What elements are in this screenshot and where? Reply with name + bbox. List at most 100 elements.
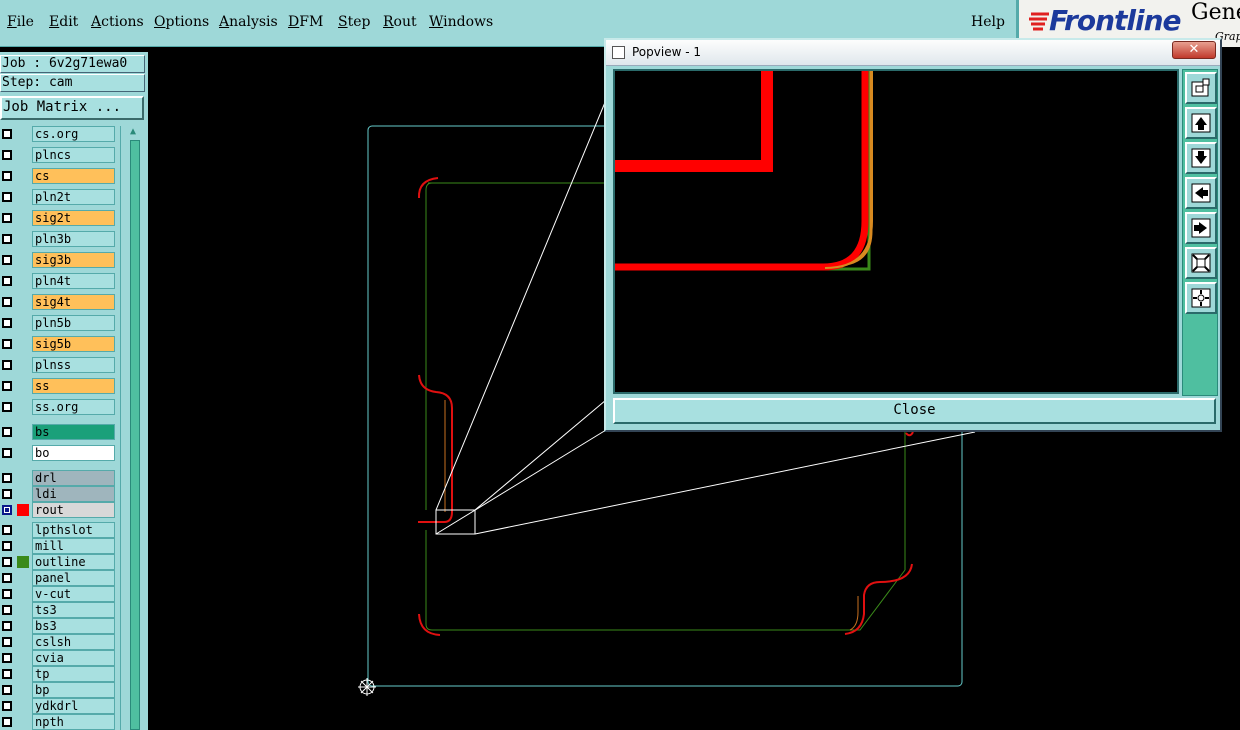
layer-name[interactable]: ldi <box>32 486 115 502</box>
layer-checkbox[interactable] <box>2 525 12 535</box>
layer-checkbox[interactable] <box>2 489 12 499</box>
layer-name[interactable]: sig4t <box>32 294 115 310</box>
layer-checkbox[interactable] <box>2 621 12 631</box>
layer-row-pln3b[interactable]: pln3b <box>0 231 118 247</box>
layer-name[interactable]: outline <box>32 554 115 570</box>
layer-name[interactable]: npth <box>32 714 115 730</box>
layer-row-sig2t[interactable]: sig2t <box>0 210 118 226</box>
pan-up-button[interactable] <box>1185 107 1217 139</box>
layer-name[interactable]: ss <box>32 378 115 394</box>
layer-checkbox[interactable] <box>2 637 12 647</box>
layer-checkbox[interactable] <box>2 276 12 286</box>
layer-checkbox[interactable] <box>2 234 12 244</box>
layer-name[interactable]: cvia <box>32 650 115 666</box>
layer-row-cs[interactable]: cs <box>0 168 118 184</box>
layer-checkbox[interactable] <box>2 402 12 412</box>
layer-name[interactable]: cs.org <box>32 126 115 142</box>
layer-row-cvia[interactable]: cvia <box>0 650 118 666</box>
layer-row-pln2t[interactable]: pln2t <box>0 189 118 205</box>
layer-name[interactable]: pln5b <box>32 315 115 331</box>
popview-close-button[interactable]: Close <box>613 398 1216 424</box>
layer-checkbox[interactable] <box>2 255 12 265</box>
pan-right-button[interactable] <box>1185 212 1217 244</box>
layer-checkbox[interactable] <box>2 448 12 458</box>
layer-row-plnss[interactable]: plnss <box>0 357 118 373</box>
menu-step[interactable]: Step <box>338 14 370 30</box>
menu-edit[interactable]: Edit <box>49 14 78 30</box>
layer-checkbox[interactable] <box>2 339 12 349</box>
scroll-up-icon[interactable]: ▲ <box>130 126 136 137</box>
layer-name[interactable]: ydkdrl <box>32 698 115 714</box>
layer-row-drl[interactable]: drl <box>0 470 118 486</box>
layer-row-bs[interactable]: bs <box>0 424 118 440</box>
layer-row-ydkdrl[interactable]: ydkdrl <box>0 698 118 714</box>
layer-name[interactable]: ts3 <box>32 602 115 618</box>
zoom-fit-button[interactable] <box>1185 247 1217 279</box>
layer-row-ts3[interactable]: ts3 <box>0 602 118 618</box>
layer-checkbox[interactable] <box>2 213 12 223</box>
pan-down-button[interactable] <box>1185 142 1217 174</box>
layer-name[interactable]: sig5b <box>32 336 115 352</box>
layer-checkbox[interactable] <box>2 505 12 515</box>
layer-checkbox[interactable] <box>2 473 12 483</box>
zoom-home-button[interactable] <box>1185 282 1217 314</box>
layer-name[interactable]: panel <box>32 570 115 586</box>
layer-name[interactable]: bs3 <box>32 618 115 634</box>
layer-row-pln5b[interactable]: pln5b <box>0 315 118 331</box>
layer-checkbox[interactable] <box>2 717 12 727</box>
layer-checkbox[interactable] <box>2 589 12 599</box>
layer-row-panel[interactable]: panel <box>0 570 118 586</box>
layer-row-sig3b[interactable]: sig3b <box>0 252 118 268</box>
layer-row-lpthslot[interactable]: lpthslot <box>0 522 118 538</box>
layer-row-outline[interactable]: outline <box>0 554 118 570</box>
layer-checkbox[interactable] <box>2 669 12 679</box>
layer-checkbox[interactable] <box>2 653 12 663</box>
scroll-track[interactable] <box>130 140 140 730</box>
layer-name[interactable]: mill <box>32 538 115 554</box>
layer-row-bs3[interactable]: bs3 <box>0 618 118 634</box>
layer-checkbox[interactable] <box>2 360 12 370</box>
layer-name[interactable]: rout <box>32 502 115 518</box>
popview-titlebar[interactable]: Popview - 1 ✕ <box>606 40 1220 66</box>
layer-name[interactable]: pln4t <box>32 273 115 289</box>
layer-name[interactable]: v-cut <box>32 586 115 602</box>
menu-file[interactable]: File <box>7 14 34 30</box>
menu-rout[interactable]: Rout <box>383 14 417 30</box>
job-matrix-button[interactable]: Job Matrix ... <box>0 96 144 120</box>
layer-name[interactable]: cslsh <box>32 634 115 650</box>
close-icon[interactable]: ✕ <box>1172 41 1216 59</box>
layer-row-tp[interactable]: tp <box>0 666 118 682</box>
layer-checkbox[interactable] <box>2 685 12 695</box>
menu-windows[interactable]: Windows <box>429 14 493 30</box>
menu-analysis[interactable]: Analysis <box>219 14 278 30</box>
layer-row-pln4t[interactable]: pln4t <box>0 273 118 289</box>
layer-checkbox[interactable] <box>2 318 12 328</box>
layer-name[interactable]: tp <box>32 666 115 682</box>
layer-row-plncs[interactable]: plncs <box>0 147 118 163</box>
layer-name[interactable]: ss.org <box>32 399 115 415</box>
layer-row-mill[interactable]: mill <box>0 538 118 554</box>
layer-name[interactable]: pln2t <box>32 189 115 205</box>
layer-checkbox[interactable] <box>2 701 12 711</box>
layer-checkbox[interactable] <box>2 605 12 615</box>
layer-row-ss.org[interactable]: ss.org <box>0 399 118 415</box>
layer-checkbox[interactable] <box>2 129 12 139</box>
layer-name[interactable]: sig2t <box>32 210 115 226</box>
pan-left-button[interactable] <box>1185 177 1217 209</box>
layer-name[interactable]: plnss <box>32 357 115 373</box>
layer-row-bp[interactable]: bp <box>0 682 118 698</box>
layer-scrollbar[interactable]: ▲ <box>120 126 146 730</box>
layer-row-ldi[interactable]: ldi <box>0 486 118 502</box>
layer-row-sig4t[interactable]: sig4t <box>0 294 118 310</box>
layer-name[interactable]: pln3b <box>32 231 115 247</box>
layer-checkbox[interactable] <box>2 573 12 583</box>
layer-checkbox[interactable] <box>2 150 12 160</box>
layer-row-ss[interactable]: ss <box>0 378 118 394</box>
layer-checkbox[interactable] <box>2 192 12 202</box>
layer-row-bo[interactable]: bo <box>0 445 118 461</box>
layer-checkbox[interactable] <box>2 381 12 391</box>
layer-name[interactable]: bs <box>32 424 115 440</box>
layer-name[interactable]: lpthslot <box>32 522 115 538</box>
layer-name[interactable]: sig3b <box>32 252 115 268</box>
layer-row-cs.org[interactable]: cs.org <box>0 126 118 142</box>
